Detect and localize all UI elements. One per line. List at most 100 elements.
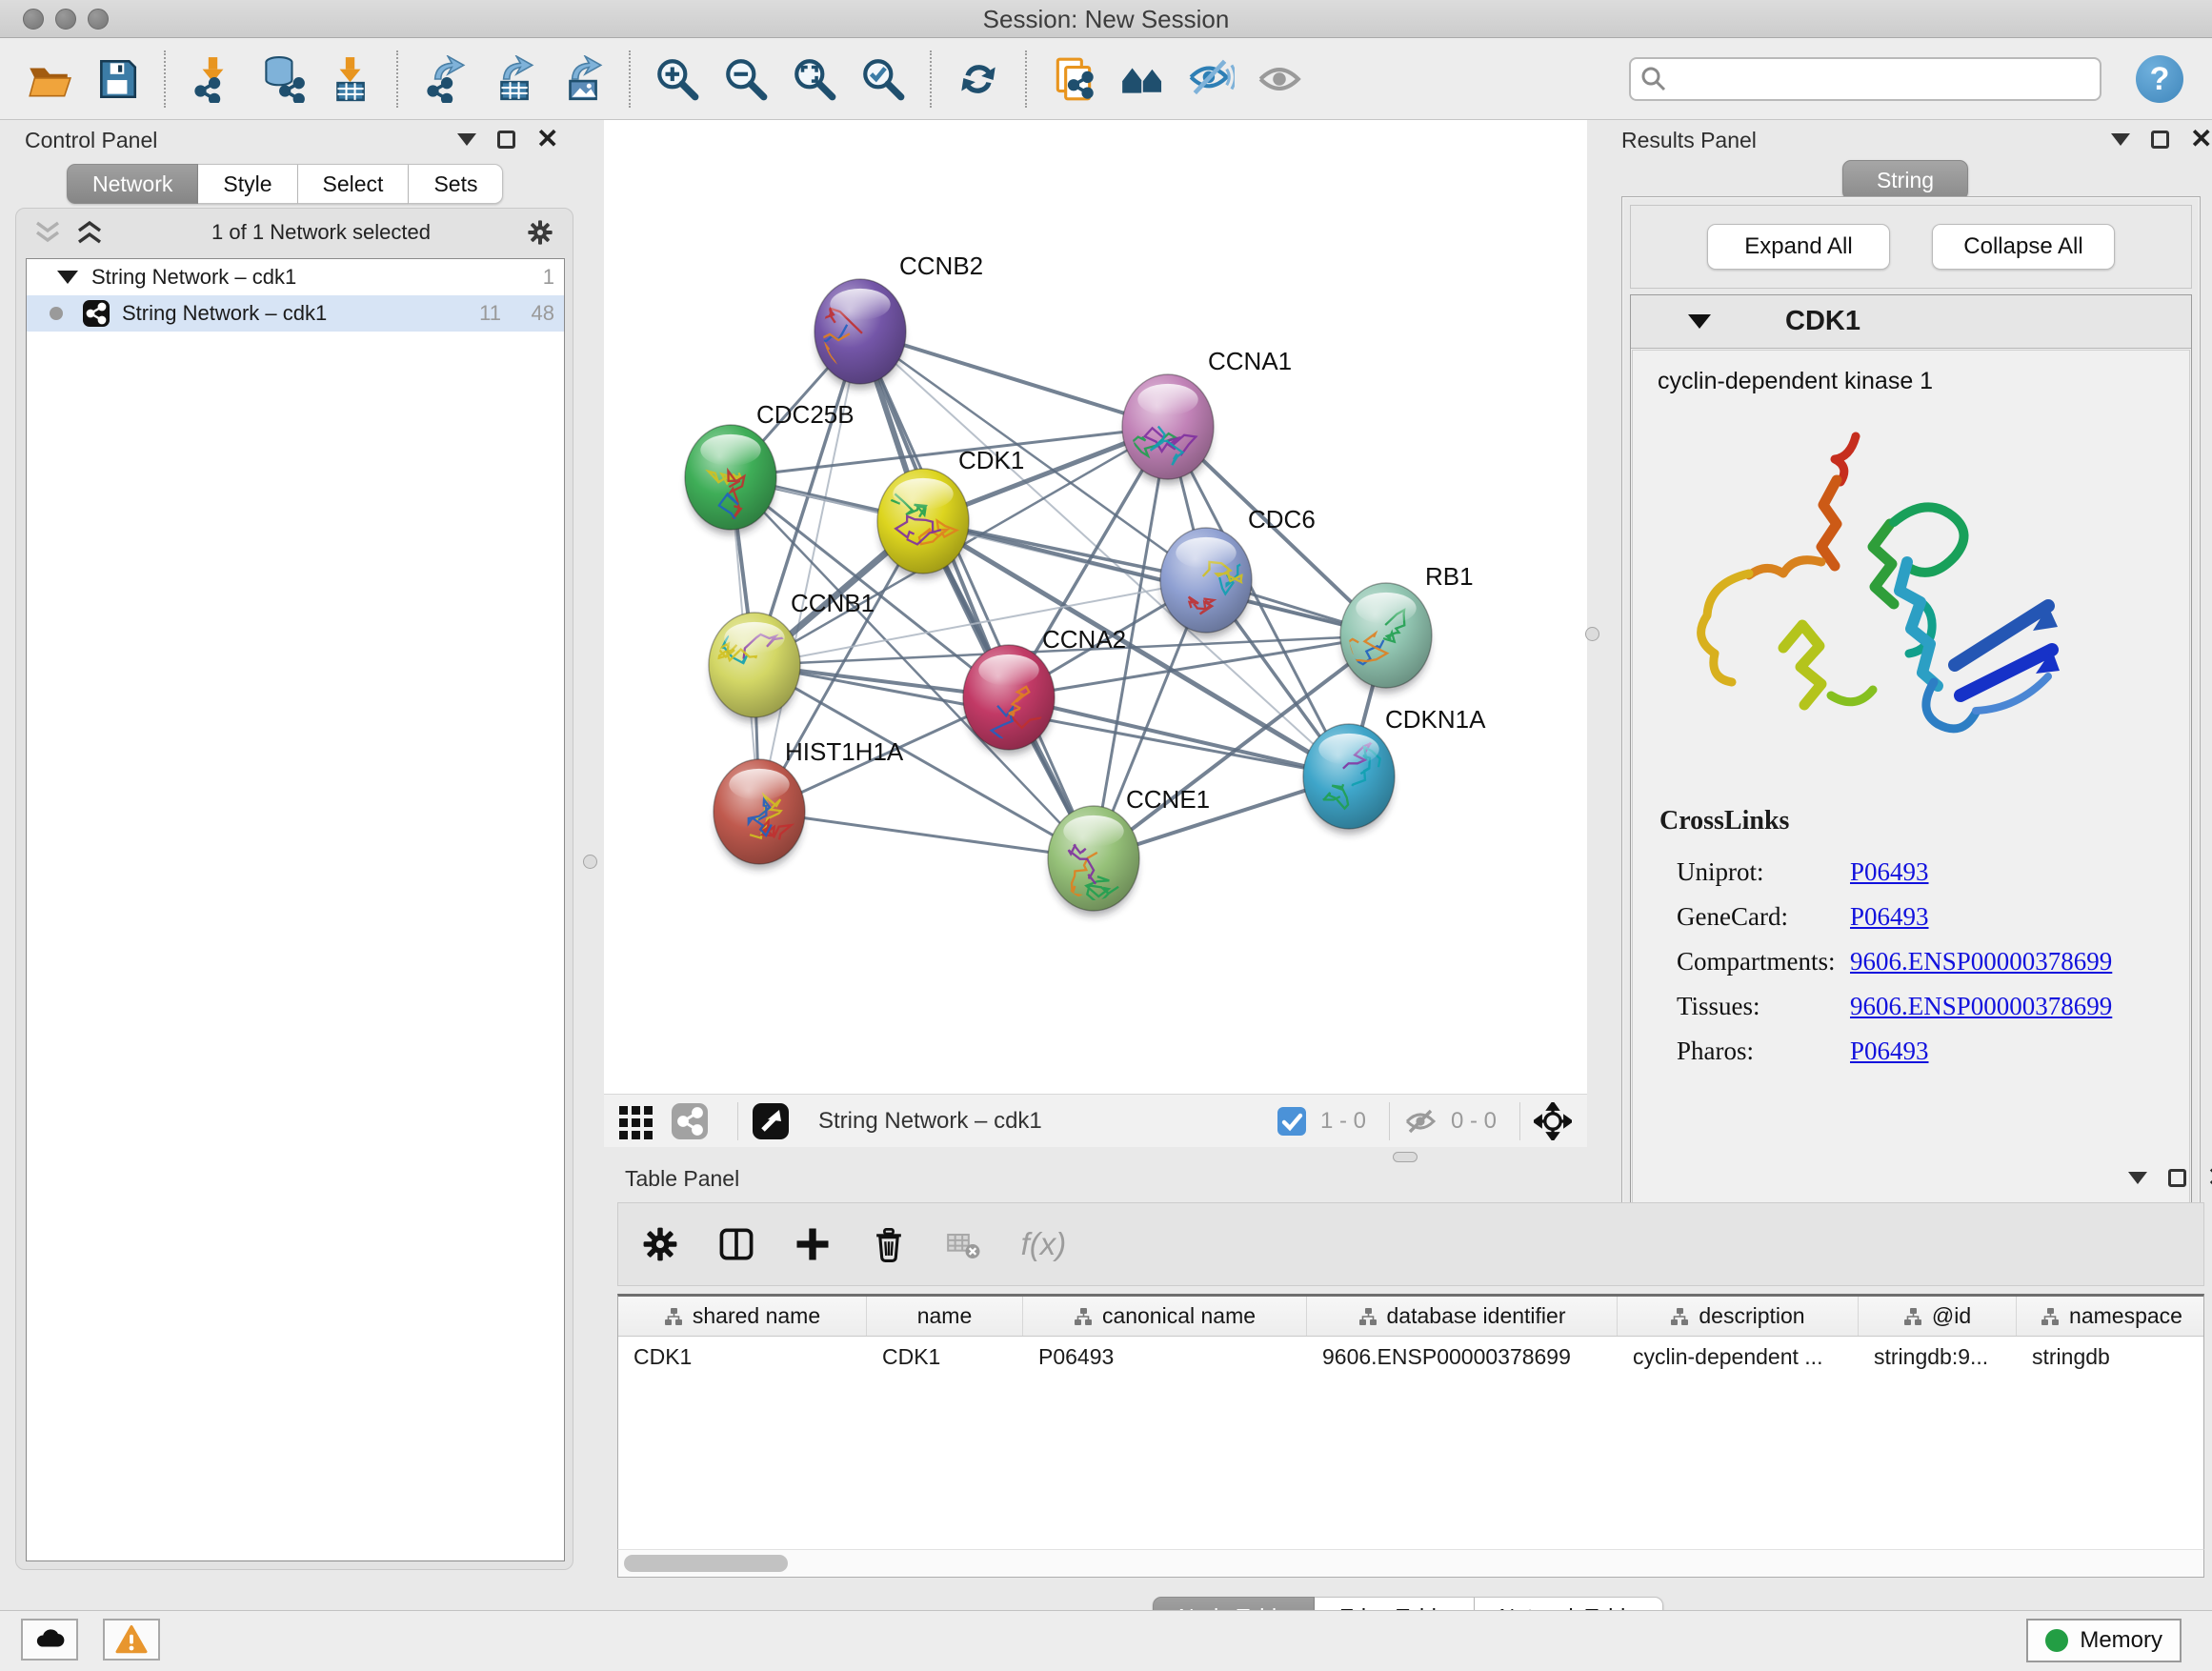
table-cell[interactable]: P06493 (1023, 1337, 1307, 1379)
column-header--id[interactable]: @id (1859, 1297, 2017, 1336)
import-table-from-file-button[interactable] (322, 49, 377, 110)
node-CDC25B[interactable] (685, 425, 776, 535)
network-canvas[interactable]: CCNB2CCNA1CDC25BCDK1CDC6RB1CCNB1CCNA2CDK… (604, 120, 1587, 1094)
node-CCNA1[interactable] (1122, 374, 1214, 485)
table-panel-minimize-icon[interactable] (2128, 1172, 2147, 1184)
edge-HIST1H1A-CCNE1[interactable] (759, 812, 1094, 858)
results-panel-minimize-icon[interactable] (2111, 133, 2130, 146)
table-horizontal-scrollbar[interactable] (617, 1549, 2204, 1578)
network-row[interactable]: String Network – cdk1 11 48 (27, 295, 564, 332)
tab-style[interactable]: Style (198, 164, 297, 204)
table-cell[interactable]: CDK1 (867, 1337, 1023, 1379)
delete-column-trash-icon[interactable] (868, 1223, 910, 1265)
gene-section-header[interactable]: CDK1 (1631, 295, 2191, 349)
selected-checkbox-icon[interactable] (1277, 1106, 1307, 1137)
table-scrollbar-thumb[interactable] (624, 1555, 788, 1572)
network-collection-row[interactable]: String Network – cdk1 1 (27, 259, 564, 295)
save-session-button[interactable] (90, 49, 145, 110)
tab-select[interactable]: Select (298, 164, 410, 204)
gene-disclosure-icon[interactable] (1688, 314, 1711, 329)
birds-eye-view-icon[interactable] (752, 1102, 790, 1140)
control-panel-float-icon[interactable] (497, 131, 515, 149)
zoom-in-button[interactable] (650, 49, 705, 110)
search-input[interactable] (1629, 57, 2101, 101)
expand-all-button[interactable]: Expand All (1707, 224, 1890, 270)
node-CCNB1[interactable] (709, 604, 800, 723)
export-image-button[interactable] (554, 49, 610, 110)
tab-network[interactable]: Network (67, 164, 198, 204)
current-network-name: String Network – cdk1 (818, 1108, 1042, 1135)
table-cell[interactable]: stringdb (2017, 1337, 2204, 1379)
memory-button[interactable]: Memory (2026, 1619, 2182, 1662)
node-table: shared namenamecanonical namedatabase id… (617, 1294, 2204, 1549)
results-panel-float-icon[interactable] (2151, 131, 2169, 149)
show-all-button[interactable] (1252, 49, 1307, 110)
expand-all-icon[interactable] (75, 220, 104, 245)
zoom-selected-button[interactable] (855, 49, 911, 110)
control-panel-tabs: Network Style Select Sets (67, 164, 503, 204)
control-panel-minimize-icon[interactable] (457, 133, 476, 146)
results-panel-close-icon[interactable]: ✕ (2190, 130, 2212, 149)
node-label-CCNB2: CCNB2 (899, 252, 983, 280)
first-neighbors-button[interactable] (1115, 49, 1170, 110)
node-CDK1[interactable] (877, 469, 969, 579)
tab-string[interactable]: String (1842, 160, 1968, 200)
cloud-status-button[interactable] (21, 1619, 78, 1661)
collapse-all-button[interactable]: Collapse All (1932, 224, 2115, 270)
table-panel-float-icon[interactable] (2168, 1169, 2186, 1187)
node-CCNE1[interactable] (1048, 806, 1139, 916)
column-header-shared-name[interactable]: shared name (618, 1297, 867, 1336)
table-options-gear-icon[interactable] (639, 1223, 681, 1265)
table-row[interactable]: CDK1CDK1P064939606.ENSP00000378699cyclin… (618, 1337, 2203, 1379)
control-panel-close-icon[interactable]: ✕ (536, 130, 558, 149)
export-table-button[interactable] (486, 49, 541, 110)
edge-CCNB2-CCNA1[interactable] (860, 332, 1168, 427)
crosslink-link[interactable]: P06493 (1850, 902, 1929, 932)
duplicate-network-button[interactable] (1046, 49, 1101, 110)
fit-selected-crosshair-icon[interactable] (1534, 1102, 1572, 1140)
open-session-button[interactable] (21, 49, 76, 110)
export-network-button[interactable] (417, 49, 473, 110)
refresh-view-button[interactable] (951, 49, 1006, 110)
import-network-from-database-button[interactable] (253, 49, 309, 110)
column-header-description[interactable]: description (1618, 1297, 1859, 1336)
table-cell[interactable]: CDK1 (618, 1337, 867, 1379)
edge-CCNB2-CCNE1[interactable] (860, 332, 1094, 858)
table-cell[interactable]: stringdb:9... (1859, 1337, 2017, 1379)
crosslink-link[interactable]: 9606.ENSP00000378699 (1850, 992, 2112, 1021)
warning-status-button[interactable] (103, 1619, 160, 1661)
help-button[interactable]: ? (2136, 55, 2183, 103)
node-CCNB2[interactable] (782, 279, 906, 390)
tab-sets[interactable]: Sets (409, 164, 503, 204)
node-HIST1H1A[interactable] (714, 759, 805, 870)
crosslink-link[interactable]: P06493 (1850, 1037, 1929, 1066)
create-column-plus-icon[interactable] (792, 1223, 834, 1265)
table-cell[interactable]: 9606.ENSP00000378699 (1307, 1337, 1618, 1379)
edge-CCNA2-CDKN1A[interactable] (1009, 697, 1349, 776)
collection-disclosure-icon[interactable] (57, 271, 78, 284)
toolbar-group (951, 49, 1006, 110)
crosslink-link[interactable]: P06493 (1850, 857, 1929, 887)
network-options-gear-icon[interactable] (525, 217, 555, 248)
grid-view-icon[interactable] (617, 1102, 655, 1140)
zoom-fit-content-button[interactable] (787, 49, 842, 110)
column-header-namespace[interactable]: namespace (2017, 1297, 2204, 1336)
left-splitter-handle[interactable] (583, 855, 597, 869)
zoom-out-button[interactable] (718, 49, 774, 110)
column-header-canonical-name[interactable]: canonical name (1023, 1297, 1307, 1336)
node-CDKN1A[interactable] (1303, 724, 1395, 835)
crosslink-link[interactable]: 9606.ENSP00000378699 (1850, 947, 2112, 976)
node-CDC6[interactable] (1160, 528, 1252, 638)
column-header-name[interactable]: name (867, 1297, 1023, 1336)
hide-selected-button[interactable] (1183, 49, 1238, 110)
table-panel-close-icon[interactable]: ✕ (2207, 1168, 2212, 1187)
share-view-icon[interactable] (671, 1102, 709, 1140)
column-header-database-identifier[interactable]: database identifier (1307, 1297, 1618, 1336)
collapse-all-icon[interactable] (33, 220, 62, 245)
edge-CDK1-RB1[interactable] (923, 521, 1386, 635)
table-cell[interactable]: cyclin-dependent ... (1618, 1337, 1859, 1379)
import-network-from-file-button[interactable] (185, 49, 240, 110)
node-CCNA2[interactable] (963, 645, 1079, 755)
show-columns-icon[interactable] (715, 1223, 757, 1265)
window-titlebar: Session: New Session (0, 0, 2212, 38)
